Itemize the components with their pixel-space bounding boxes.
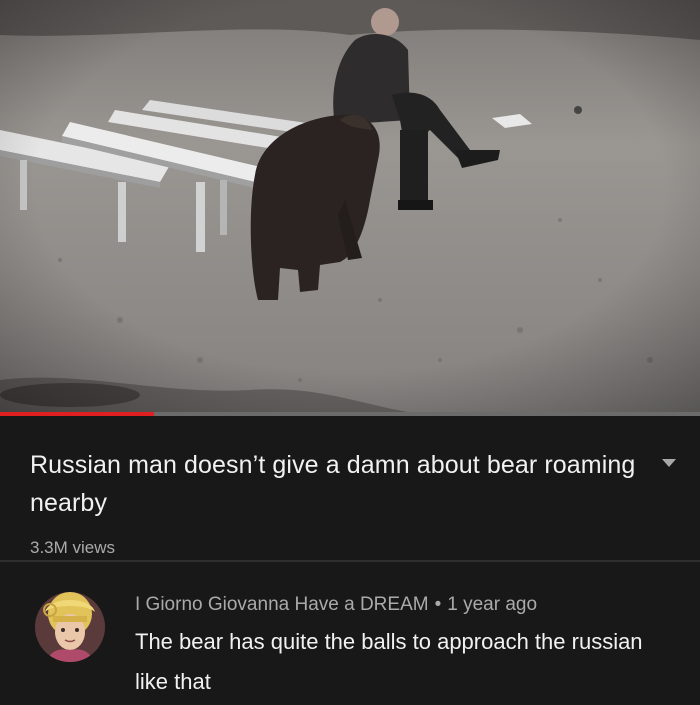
comment-meta: I Giorno Giovanna Have a DREAM • 1 year ag…: [135, 594, 537, 616]
video-info-panel: Russian man doesn’t give a damn about be…: [0, 416, 700, 560]
comment-item[interactable]: I Giorno Giovanna Have a DREAM • 1 year ag…: [0, 562, 700, 705]
comment-text: The bear has quite the balls to approach…: [135, 629, 643, 694]
comment-time: 1 year ago: [447, 594, 538, 615]
comment-author[interactable]: I Giorno Giovanna Have a DREAM: [135, 594, 429, 615]
video-thumbnail: [0, 0, 700, 414]
video-title[interactable]: Russian man doesn’t give a damn about be…: [30, 446, 640, 522]
video-player[interactable]: [0, 0, 700, 414]
avatar[interactable]: [35, 592, 105, 662]
avatar-image: [35, 592, 105, 662]
view-count: 3.3M views: [30, 538, 116, 557]
chevron-down-icon[interactable]: [662, 459, 676, 467]
meta-separator: •: [434, 594, 442, 615]
